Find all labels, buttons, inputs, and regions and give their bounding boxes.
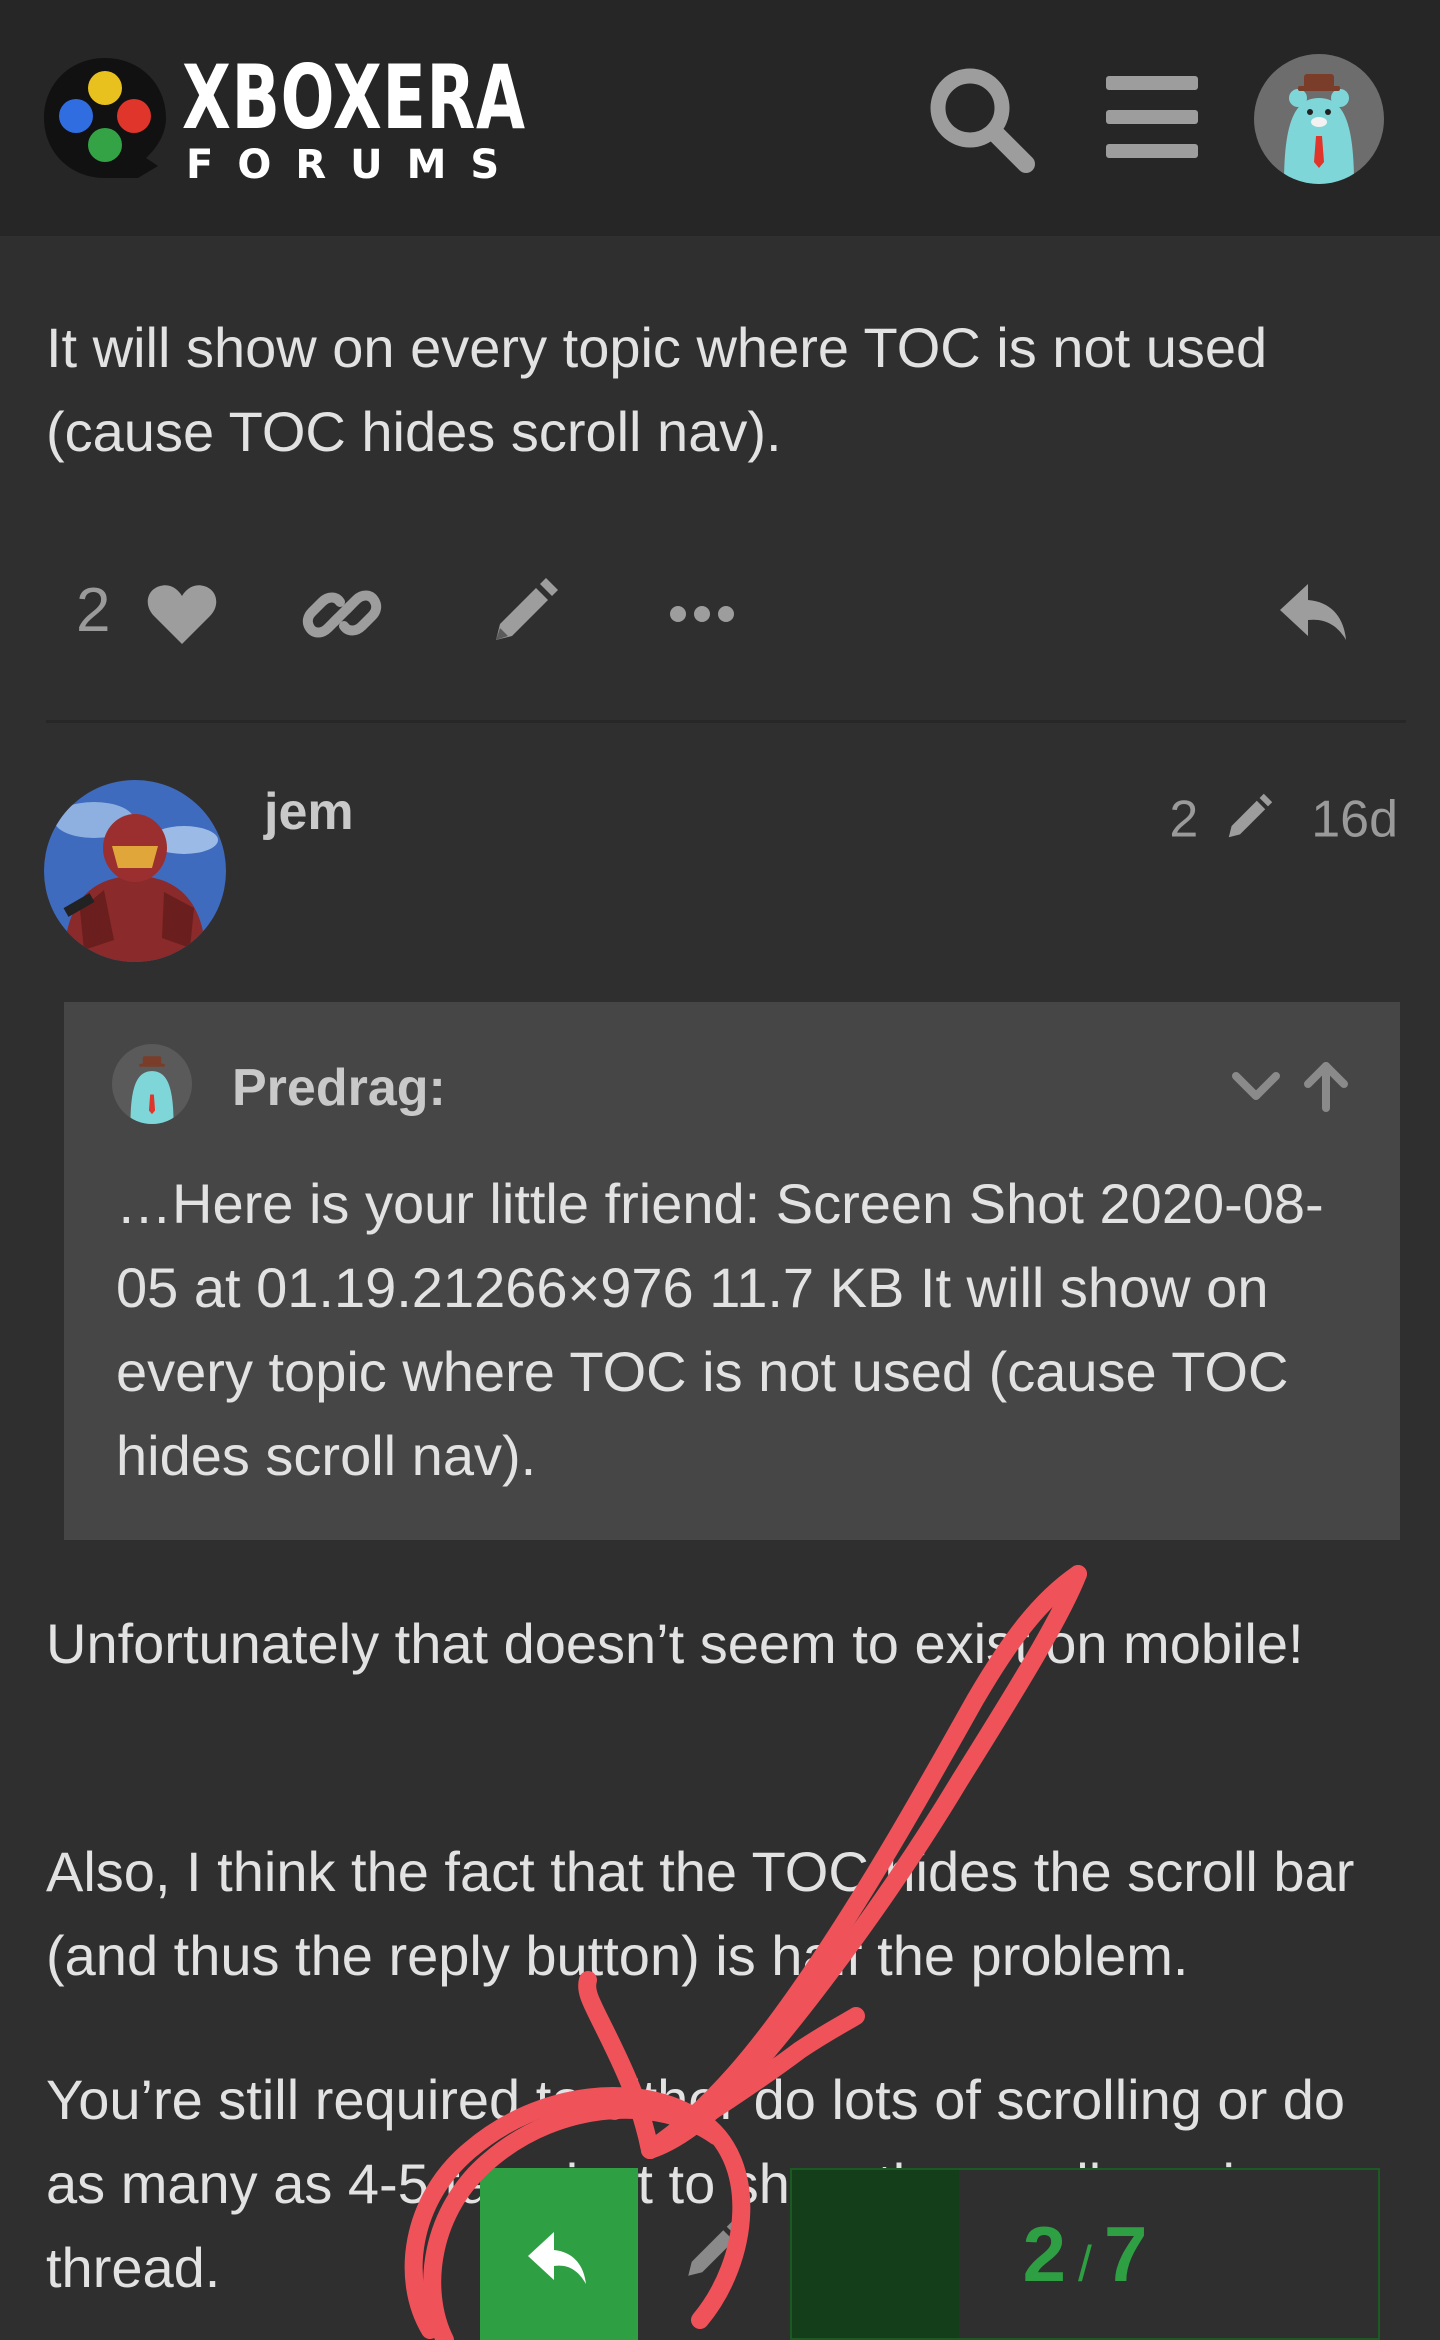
quote-block: Predrag: …Here is your little friend: Sc… — [64, 1002, 1400, 1540]
topic-progress-indicator[interactable]: 2/7 — [790, 2168, 1380, 2340]
search-button[interactable] — [920, 58, 1040, 178]
pencil-icon[interactable] — [482, 574, 562, 654]
site-logo[interactable]: XBOXERA FORUMS — [40, 50, 525, 190]
post-age[interactable]: 16d — [1311, 790, 1398, 848]
logo-mark-icon — [44, 58, 166, 178]
spartan-avatar-icon — [44, 780, 226, 962]
quote-author: Predrag: — [232, 1059, 446, 1117]
quote-author-avatar[interactable] — [112, 1044, 192, 1124]
floating-reply-button[interactable] — [480, 2168, 638, 2340]
reply-icon — [528, 2232, 586, 2284]
current-user-avatar[interactable] — [1254, 54, 1384, 184]
reply-icon[interactable] — [1274, 574, 1354, 654]
post-paragraph: Also, I think the fact that the TOC hide… — [46, 1840, 1355, 1987]
more-icon[interactable] — [662, 574, 742, 654]
edit-count[interactable]: 2 — [1169, 790, 1198, 848]
logo-subtitle: FORUMS — [186, 142, 524, 188]
logo-title: XBOXERA — [182, 46, 526, 149]
post-body-text: It will show on every topic where TOC is… — [46, 316, 1268, 463]
post-meta: 2 16d — [1169, 786, 1398, 856]
bear-avatar-icon — [112, 1044, 192, 1124]
search-icon — [930, 68, 1035, 173]
post-username[interactable]: jem — [264, 782, 354, 842]
progress-text: 2/7 — [792, 2170, 1378, 2338]
post-actions-bar: 2 — [46, 560, 1406, 660]
bear-avatar-icon — [1254, 54, 1384, 184]
link-icon[interactable] — [302, 574, 382, 654]
site-header: XBOXERA FORUMS — [0, 0, 1440, 236]
quote-text: …Here is your little friend: Screen Shot… — [116, 1172, 1324, 1487]
hamburger-menu-icon — [1106, 76, 1198, 158]
post-paragraph: Unfortunately that doesn’t seem to exist… — [46, 1612, 1304, 1675]
arrow-up-icon[interactable] — [1296, 1056, 1356, 1116]
edit-history-pencil-icon[interactable] — [1219, 791, 1275, 847]
progress-total: 7 — [1103, 2210, 1148, 2298]
like-count[interactable]: 2 — [76, 576, 110, 646]
progress-separator: / — [1078, 2236, 1092, 2292]
user-avatar[interactable] — [44, 780, 226, 962]
chevron-down-icon[interactable] — [1226, 1056, 1286, 1116]
pencil-icon[interactable] — [676, 2218, 746, 2288]
post-divider — [46, 720, 1406, 723]
heart-icon[interactable] — [142, 574, 222, 654]
hamburger-menu-button[interactable] — [1092, 58, 1212, 178]
progress-current: 2 — [1022, 2210, 1067, 2298]
